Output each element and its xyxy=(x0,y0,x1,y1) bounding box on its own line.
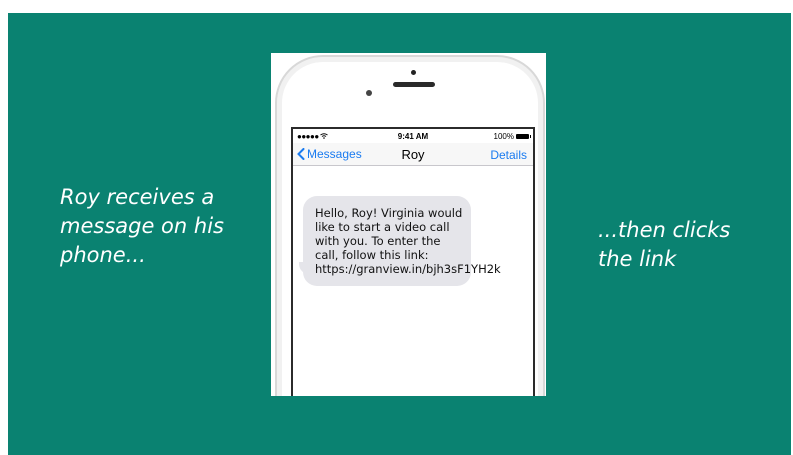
front-camera-icon xyxy=(366,90,372,96)
phone-body: ●●●●● 9:41 AM 100% Messages Roy Details … xyxy=(275,55,545,396)
phone-screen: ●●●●● 9:41 AM 100% Messages Roy Details … xyxy=(291,127,535,396)
phone-illustration: ●●●●● 9:41 AM 100% Messages Roy Details … xyxy=(271,53,546,396)
incoming-message-bubble[interactable]: Hello, Roy! Virginia would like to start… xyxy=(303,196,501,286)
battery-icon xyxy=(516,134,531,139)
camera-dot-icon xyxy=(411,70,416,75)
status-bar: ●●●●● 9:41 AM 100% xyxy=(293,129,533,143)
caption-right: ...then clicks the link xyxy=(598,218,731,271)
caption-left: Roy receives a message on his phone... xyxy=(60,185,224,267)
earpiece-icon xyxy=(393,82,435,87)
battery-indicator: 100% xyxy=(493,132,531,141)
battery-percent: 100% xyxy=(493,132,514,141)
messages-nav-bar: Messages Roy Details xyxy=(293,143,533,166)
details-button[interactable]: Details xyxy=(490,148,527,162)
message-thread[interactable]: Hello, Roy! Virginia would like to start… xyxy=(293,166,533,396)
